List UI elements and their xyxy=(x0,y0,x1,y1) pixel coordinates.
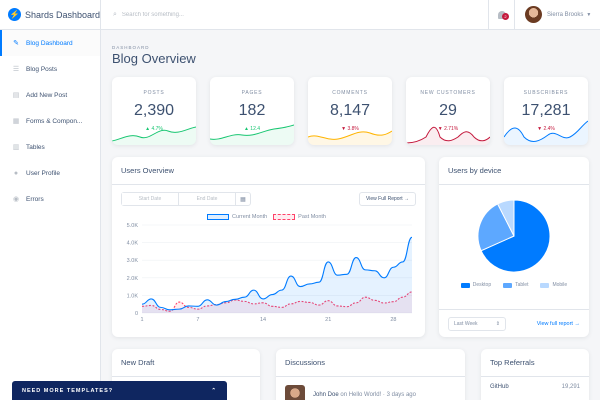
sidebar-item-label: Blog Dashboard xyxy=(26,39,73,47)
sidebar-item-label: Errors xyxy=(26,195,44,203)
chevron-up-icon: ⌃ xyxy=(211,387,217,394)
user-menu[interactable]: Sierra Brooks ▼ xyxy=(514,0,600,30)
brand[interactable]: ⚡ Shards Dashboard xyxy=(0,0,100,30)
top-referrals-card: Top Referrals GitHub 19,291 xyxy=(481,349,589,400)
sidebar-item-user-profile[interactable]: ● User Profile xyxy=(0,160,100,186)
card-title: Users Overview xyxy=(112,157,425,185)
x-tick-label: 14 xyxy=(260,317,266,323)
sidebar-item-blog-posts[interactable]: ☰ Blog Posts xyxy=(0,56,100,82)
card-footer: Last Week ⇕ View full report → xyxy=(439,309,589,337)
sparkline xyxy=(308,130,392,145)
forms-icon: ▦ xyxy=(12,118,20,125)
file-icon: ▤ xyxy=(12,92,20,99)
discussions-card: Discussions John Doe on Hello World! · 3… xyxy=(276,349,465,400)
legend-desktop[interactable]: Desktop xyxy=(460,282,491,288)
search-bar: ⌕ xyxy=(101,0,488,29)
sidebar-nav: ✎ Blog Dashboard ☰ Blog Posts ▤ Add New … xyxy=(0,30,100,212)
sidebar: ⚡ Shards Dashboard ✎ Blog Dashboard ☰ Bl… xyxy=(0,0,101,400)
card-title: Discussions xyxy=(276,349,465,377)
list-icon: ☰ xyxy=(12,66,20,73)
pie-legend: Desktop Tablet Mobile xyxy=(439,282,589,288)
sidebar-item-tables[interactable]: ▥ Tables xyxy=(0,134,100,160)
discussion-item[interactable]: John Doe on Hello World! · 3 days ago xyxy=(276,377,465,400)
sparkline xyxy=(504,120,588,145)
x-tick-label: 1 xyxy=(140,317,143,323)
page-title: Blog Overview xyxy=(112,51,196,66)
stat-card-pages: Pages 182 ▲ 12.4 xyxy=(210,77,294,145)
stat-card-comments: Comments 8,147 ▼ 3.8% xyxy=(308,77,392,145)
templates-promo-banner[interactable]: Need More Templates? ⌃ xyxy=(12,381,227,400)
sidebar-item-blog-dashboard[interactable]: ✎ Blog Dashboard xyxy=(0,30,100,56)
x-tick-label: 7 xyxy=(196,317,199,323)
sparkline xyxy=(112,126,196,145)
pencil-icon: ✎ xyxy=(13,40,19,47)
referral-row[interactable]: GitHub 19,291 xyxy=(481,377,589,397)
stat-card-posts: Posts 2,390 ▲ 4.7% xyxy=(112,77,196,145)
page-subtitle: Dashboard xyxy=(112,45,150,50)
legend-past-month[interactable]: Past Month xyxy=(273,214,326,220)
sidebar-item-label: User Profile xyxy=(26,169,60,177)
user-icon: ● xyxy=(13,169,19,177)
y-tick-label: 2.0K xyxy=(127,276,139,282)
search-input[interactable] xyxy=(121,11,322,18)
error-icon: ◉ xyxy=(12,196,20,203)
period-select[interactable]: Last Week ⇕ xyxy=(448,316,506,331)
sparkline xyxy=(406,126,490,145)
series-current-month-area xyxy=(142,237,412,313)
y-tick-label: 1.0K xyxy=(127,293,139,299)
stat-label: Posts xyxy=(143,90,165,96)
users-overview-card: Users Overview ▦ View Full Report → Curr… xyxy=(112,157,425,337)
y-tick-label: 5.0K xyxy=(127,223,139,229)
sidebar-item-add-new-post[interactable]: ▤ Add New Post xyxy=(0,82,100,108)
x-tick-label: 21 xyxy=(325,317,331,323)
sidebar-item-label: Forms & Compon... xyxy=(26,117,83,125)
users-overview-chart: 0 1.0K 2.0K 3.0K 4.0K 5.0K 1 7 14 21 28 xyxy=(127,223,413,323)
legend-tablet[interactable]: Tablet xyxy=(503,282,528,288)
sidebar-item-label: Blog Posts xyxy=(26,65,58,73)
stat-label: Subscribers xyxy=(523,90,569,96)
sidebar-item-errors[interactable]: ◉ Errors xyxy=(0,186,100,212)
table-icon: ▥ xyxy=(12,144,20,151)
chart-legend: Current Month Past Month xyxy=(207,214,326,220)
search-icon: ⌕ xyxy=(113,10,117,18)
card-title: New Draft xyxy=(112,349,260,377)
legend-current-month[interactable]: Current Month xyxy=(207,214,267,220)
avatar xyxy=(285,385,305,400)
start-date-input[interactable] xyxy=(122,193,178,205)
view-full-report-link[interactable]: View full report → xyxy=(537,321,580,327)
stat-label: Comments xyxy=(332,90,368,96)
stat-label: Pages xyxy=(241,90,263,96)
calendar-icon[interactable]: ▦ xyxy=(235,193,250,205)
device-pie-chart xyxy=(477,199,551,273)
x-tick-label: 28 xyxy=(390,317,396,323)
sidebar-item-forms[interactable]: ▦ Forms & Compon... xyxy=(0,108,100,134)
y-tick-label: 3.0K xyxy=(127,258,139,264)
user-name: Sierra Brooks xyxy=(547,11,584,18)
stat-card-new-customers: New Customers 29 ▼ 2.71% xyxy=(406,77,490,145)
top-navbar: ⌕ 2 Sierra Brooks ▼ xyxy=(101,0,600,30)
notification-badge: 2 xyxy=(502,12,509,20)
chevron-down-icon: ▼ xyxy=(586,11,592,18)
chevron-updown-icon: ⇕ xyxy=(495,320,500,327)
sidebar-item-label: Add New Post xyxy=(26,91,68,99)
y-tick-label: 0 xyxy=(135,311,138,317)
sidebar-item-label: Tables xyxy=(26,143,45,151)
y-tick-label: 4.0K xyxy=(127,241,139,247)
sparkline xyxy=(210,124,294,145)
avatar xyxy=(525,6,542,23)
users-by-device-card: Users by device Desktop Tablet Mobile La… xyxy=(439,157,589,337)
legend-mobile[interactable]: Mobile xyxy=(540,282,567,288)
end-date-input[interactable] xyxy=(179,193,235,205)
stat-label: New Customers xyxy=(420,90,476,96)
main-content: Dashboard Blog Overview Posts 2,390 ▲ 4.… xyxy=(101,30,600,400)
view-full-report-button[interactable]: View Full Report → xyxy=(359,192,416,206)
brand-name: Shards Dashboard xyxy=(24,9,100,20)
card-title: Users by device xyxy=(439,157,589,185)
notifications-button[interactable]: 2 xyxy=(488,0,514,30)
bolt-icon: ⚡ xyxy=(8,8,21,21)
card-title: Top Referrals xyxy=(481,349,589,377)
stat-card-subscribers: Subscribers 17,281 ▼ 2.4% xyxy=(504,77,588,145)
date-range: ▦ xyxy=(121,192,251,206)
